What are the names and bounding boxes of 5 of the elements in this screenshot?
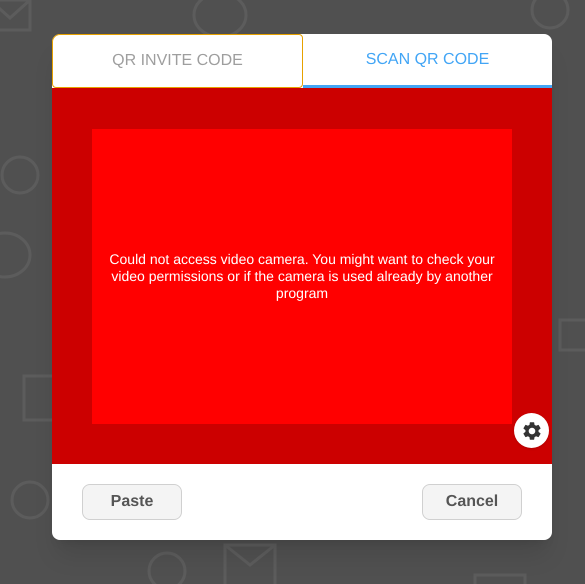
camera-error-message: Could not access video camera. You might want to check your video permissions or if the camera is used already by another program bbox=[108, 251, 496, 302]
paste-button[interactable]: Paste bbox=[82, 484, 182, 520]
settings-button[interactable] bbox=[514, 413, 549, 448]
cancel-button[interactable]: Cancel bbox=[422, 484, 522, 520]
settings-icon bbox=[520, 420, 542, 442]
